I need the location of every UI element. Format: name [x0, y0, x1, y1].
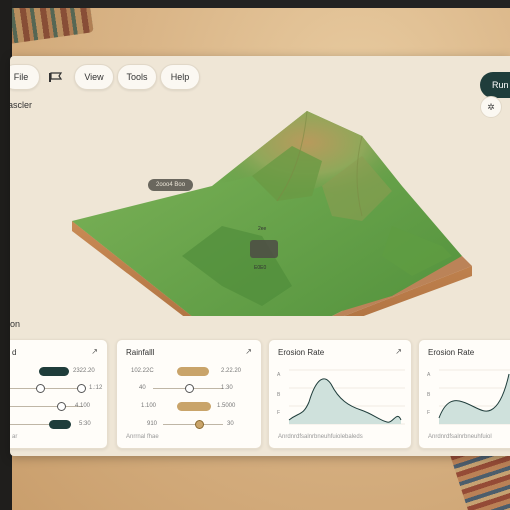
slider-knob[interactable] — [77, 384, 86, 393]
slider-min: 1.100 — [141, 403, 157, 409]
slider-knob[interactable] — [36, 384, 45, 393]
slider-value: 5:30 — [79, 421, 91, 427]
slider-row: 40 1.30 — [117, 383, 261, 395]
slider-value: 30 — [227, 421, 234, 427]
slider-row: 1.100 1.5000 — [117, 401, 261, 413]
slider-fill[interactable] — [49, 420, 71, 429]
slider-min: 40 — [139, 385, 146, 391]
erosion-chart: A B F — [427, 369, 510, 425]
help-menu-button[interactable]: Help — [160, 64, 200, 90]
slider-min: 102.22C — [131, 368, 154, 374]
erosion-rate-card: Erosion Rate A B F Anrdnrdfsalnrbneuhfui… — [418, 339, 510, 449]
edit-icon[interactable]: ↗ — [395, 347, 402, 356]
card-footer: Anrdnrdfsalnrbneuhfuiol — [428, 434, 492, 440]
card-footer: Anrdnrdfsalnrbneuhfuiolebaleds — [278, 434, 363, 440]
slider-value: 1.5000 — [217, 403, 236, 409]
erosion-chart: A B F — [277, 369, 405, 425]
slider-row: 2322.20 — [10, 366, 107, 378]
card-title: Erosion Rate — [278, 348, 325, 357]
edit-icon[interactable]: ↗ — [245, 347, 252, 356]
slider-row: 1.:12 — [10, 383, 107, 395]
coordinate-label: 2ee — [258, 226, 267, 232]
slider-value: 2.22.20 — [221, 368, 242, 374]
y-tick: F — [277, 410, 280, 416]
slider-knob[interactable] — [185, 384, 194, 393]
terrain-tooltip: 2ooo4 Boo — [148, 179, 194, 191]
slider-value: 2322.20 — [73, 368, 95, 374]
rainfall-card: Rainfalll ↗ 102.22C 2.22.20 40 1.30 1.10… — [116, 339, 262, 449]
marker-label: E0E0 — [254, 265, 267, 271]
slider-fill[interactable] — [177, 367, 209, 376]
slider-row: 5:30 — [10, 419, 107, 431]
slider-fill[interactable] — [177, 402, 211, 411]
panel-label: ascler — [10, 100, 33, 110]
slider-fill[interactable] — [39, 367, 69, 376]
card-title: Erosion Rate — [428, 348, 475, 357]
file-menu-button[interactable]: File — [10, 64, 40, 90]
card-footer: ar — [12, 434, 18, 440]
slider-row: 4.100 — [10, 401, 107, 413]
y-tick: A — [427, 372, 431, 378]
terrain-marker[interactable] — [250, 240, 278, 258]
erosion-rate-card: Erosion Rate ↗ A B F Anrdnrdfsalnrbneuhf… — [268, 339, 412, 449]
y-tick: B — [427, 392, 431, 398]
slider-row: 102.22C 2.22.20 — [117, 366, 261, 378]
terrain-3d-view[interactable] — [62, 106, 472, 316]
parameter-card: d ↗ 2322.20 1.:12 4.100 5:30 ar — [10, 339, 108, 449]
y-tick: F — [427, 410, 430, 416]
slider-track[interactable] — [10, 388, 83, 389]
slider-track[interactable] — [10, 406, 83, 407]
view-menu-button[interactable]: View — [74, 64, 114, 90]
area-fill — [439, 374, 510, 424]
y-tick: B — [277, 392, 281, 398]
card-footer: Anrrnal fhae — [126, 434, 159, 440]
slider-track[interactable] — [163, 424, 223, 425]
slider-knob[interactable] — [57, 402, 66, 411]
app-screen: File View Tools Help Run ✲ ascler 2ooo4 … — [10, 56, 510, 456]
device-frame — [12, 0, 510, 8]
card-title: Rainfalll — [126, 348, 155, 357]
slider-value: 4.100 — [75, 403, 91, 409]
tools-menu-button[interactable]: Tools — [117, 64, 157, 90]
slider-value: 1.30 — [221, 385, 233, 391]
slider-value: 1.:12 — [89, 385, 103, 391]
card-title: d — [12, 348, 17, 357]
settings-icon[interactable]: ✲ — [480, 96, 502, 118]
toolbar: File View Tools Help Run — [10, 64, 510, 98]
slider-min: 910 — [147, 421, 158, 427]
slider-knob[interactable] — [195, 420, 204, 429]
y-tick: A — [277, 372, 281, 378]
edit-icon[interactable]: ↗ — [91, 347, 98, 356]
slider-row: 910 30 — [117, 419, 261, 431]
flag-icon[interactable] — [48, 71, 64, 83]
slider-track[interactable] — [10, 424, 53, 425]
run-button[interactable]: Run — [480, 72, 510, 98]
section-label: ion — [10, 319, 21, 329]
